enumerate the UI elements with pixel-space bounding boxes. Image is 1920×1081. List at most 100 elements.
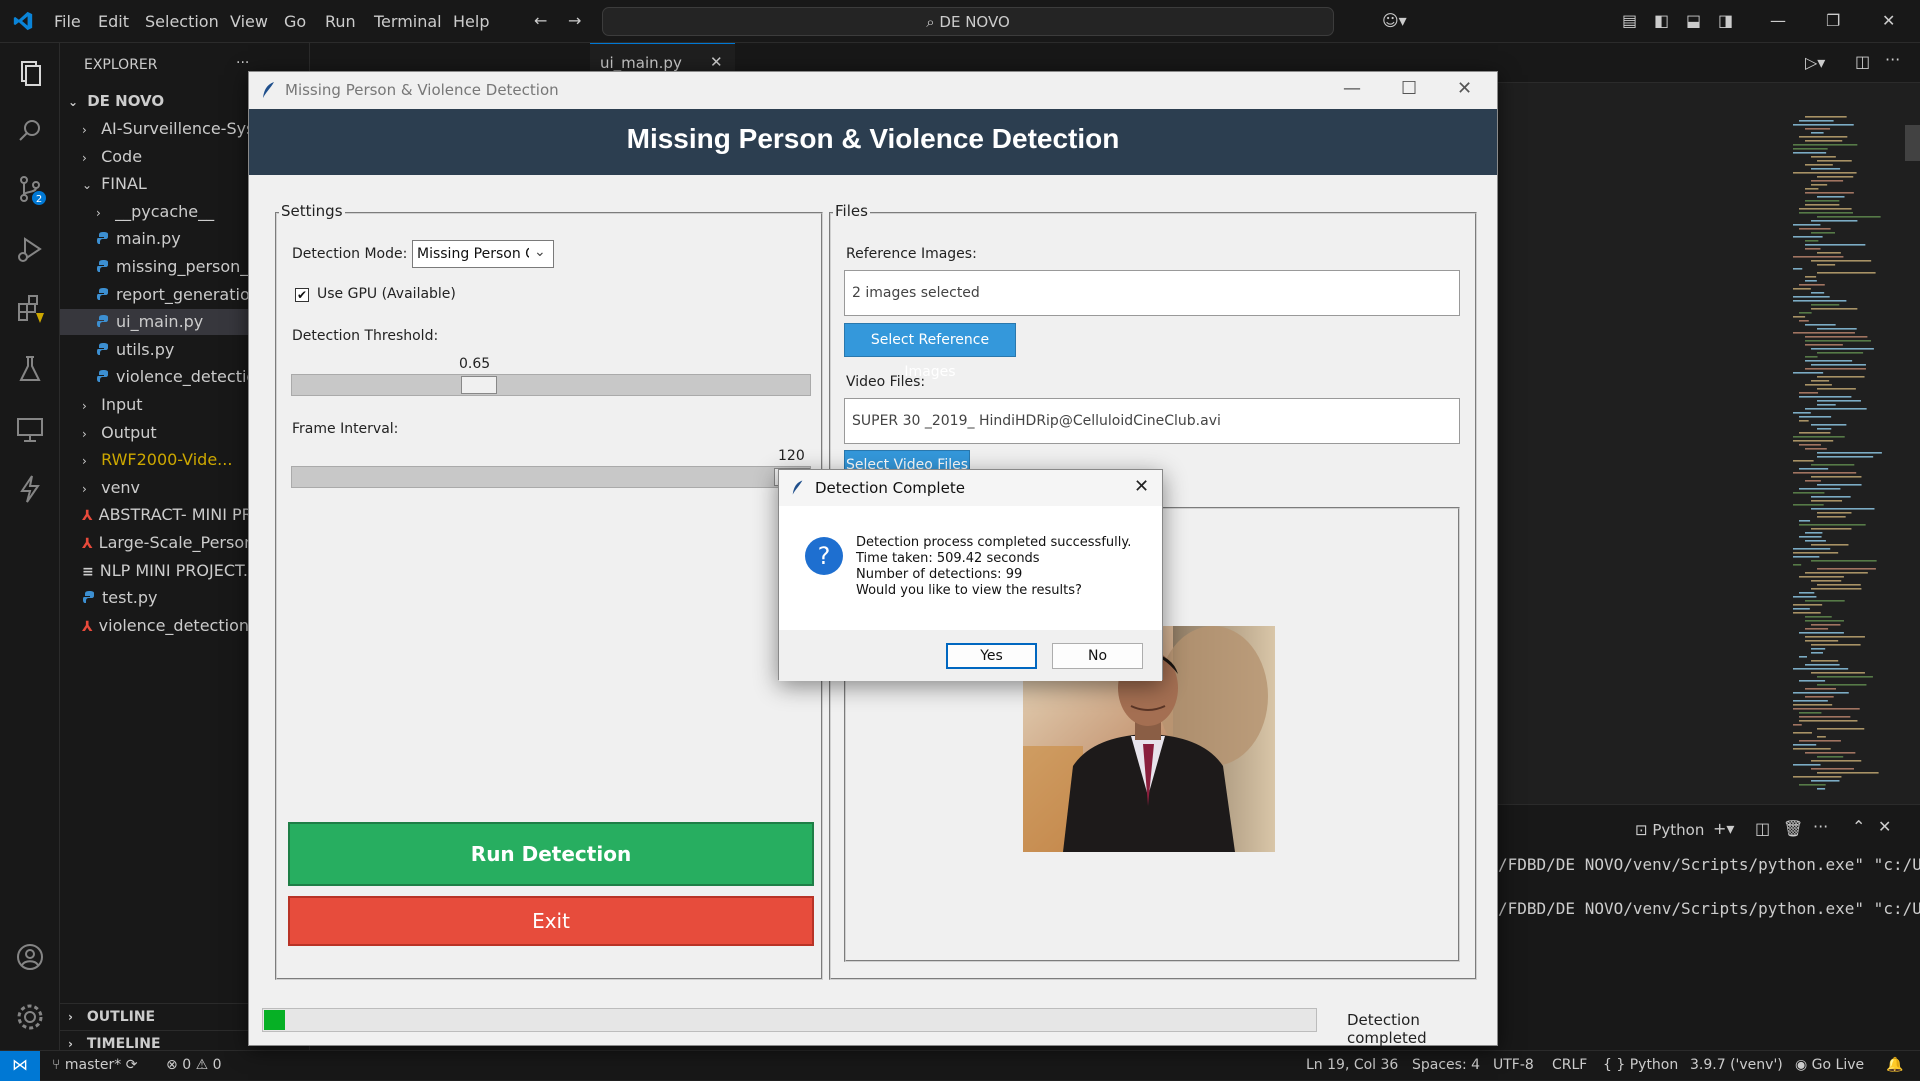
copilot-icon[interactable]: ☺▾ [1382,11,1407,30]
threshold-slider-thumb[interactable] [460,376,497,394]
notifications-icon[interactable]: 🔔 [1886,1057,1903,1073]
minimap[interactable] [1785,112,1900,802]
python-interpreter[interactable]: 3.9.7 ('venv') [1690,1057,1783,1073]
toggle-panel-icon[interactable]: ⬓ [1686,11,1701,30]
problems-indicator[interactable]: ⊗ 0 ⚠ 0 [166,1057,222,1073]
search-icon[interactable] [14,115,46,147]
app-minimize-icon[interactable]: — [1343,78,1361,99]
editor-more-icon[interactable]: ··· [1885,50,1900,69]
menu-selection[interactable]: Selection [145,12,219,31]
minimap-line [1811,260,1872,262]
testing-icon[interactable] [14,353,46,385]
go-live[interactable]: ◉ Go Live [1795,1057,1864,1073]
minimize-icon[interactable]: — [1770,11,1786,30]
minimap-line [1799,392,1819,394]
run-python-file-icon[interactable]: ▷▾ [1805,53,1825,72]
menu-help[interactable]: Help [453,12,489,31]
activity-bar: 2 [0,43,60,1050]
close-icon[interactable]: ✕ [1882,11,1895,30]
minimap-line [1817,676,1873,678]
detection-threshold-label: Detection Threshold: [292,328,439,344]
close-panel-icon[interactable]: ✕ [1878,817,1891,836]
nav-forward-icon[interactable]: → [568,11,581,30]
editor-scrollbar[interactable] [1905,125,1920,161]
dialog-close-icon[interactable]: ✕ [1134,476,1149,497]
close-tab-icon[interactable]: ✕ [710,53,723,71]
menu-go[interactable]: Go [284,12,306,31]
minimap-line [1811,508,1875,510]
minimap-line [1817,160,1852,162]
tree-item-label: main.py [116,229,181,249]
minimap-line [1793,492,1825,494]
split-terminal-icon[interactable]: ◫ [1755,819,1770,838]
minimap-line [1805,140,1843,142]
yes-button[interactable]: Yes [946,643,1037,669]
menu-file[interactable]: File [54,12,81,31]
app-header-title: Missing Person & Violence Detection [626,123,1120,154]
new-terminal-icon[interactable]: +▾ [1713,819,1734,838]
remote-indicator-icon[interactable]: ⋈ [0,1051,40,1081]
pdf-file-icon: ⅄ [82,508,93,525]
toggle-secondary-sidebar-icon[interactable]: ◨ [1718,11,1733,30]
minimap-line [1811,780,1840,782]
tree-item-label: NLP MINI PROJECT.p [99,560,259,580]
encoding[interactable]: UTF-8 [1493,1057,1534,1073]
minimap-line [1805,532,1823,534]
minimap-line [1805,116,1847,118]
minimap-line [1805,572,1868,574]
threshold-slider-track[interactable] [291,374,811,396]
use-gpu-checkbox[interactable]: ✔ [295,288,309,302]
tree-item-label: RWF2000-Vide... [101,450,233,470]
minimap-line [1793,124,1854,126]
menu-view[interactable]: View [230,12,268,31]
frame-interval-slider-track[interactable] [291,466,811,488]
minimap-line [1805,356,1818,358]
terminal-shell-label[interactable]: ⊡ Python [1635,821,1704,839]
reference-images-field[interactable]: 2 images selected [844,270,1460,316]
select-reference-images-button[interactable]: Select Reference Images [844,323,1016,380]
no-button[interactable]: No [1052,643,1143,669]
app-close-icon[interactable]: ✕ [1457,78,1472,99]
minimap-line [1817,728,1865,730]
chevron-right-icon: › [82,399,87,413]
exit-button[interactable]: Exit [288,896,814,946]
menu-run[interactable]: Run [325,12,356,31]
explorer-more-icon[interactable]: ··· [236,55,249,71]
flash-icon[interactable] [14,473,46,505]
menu-edit[interactable]: Edit [98,12,129,31]
run-detection-button[interactable]: Run Detection [288,822,814,886]
detection-mode-combobox[interactable]: Missing Person C ⌄ [412,240,554,268]
line-ending[interactable]: CRLF [1552,1057,1587,1073]
cursor-position[interactable]: Ln 19, Col 36 [1306,1057,1398,1073]
search-icon: ⌕ [926,13,935,31]
customize-layout-icon[interactable]: ▤ [1622,11,1637,30]
language-mode[interactable]: { } Python [1603,1057,1678,1073]
minimap-line [1793,704,1833,706]
maximize-panel-icon[interactable]: ⌃ [1852,817,1865,836]
split-editor-icon[interactable]: ◫ [1855,52,1870,71]
accounts-icon[interactable] [14,941,46,973]
minimap-line [1805,664,1840,666]
video-files-field[interactable]: SUPER 30 _2019_ HindiHDRip@CelluloidCine… [844,398,1460,444]
branch-indicator[interactable]: ⑂ master* ⟳ [52,1057,137,1073]
minimap-line [1805,192,1854,194]
settings-gear-icon[interactable] [14,1001,46,1033]
app-maximize-icon[interactable]: ☐ [1401,78,1417,99]
indentation[interactable]: Spaces: 4 [1412,1057,1480,1073]
kill-terminal-icon[interactable]: 🗑 [1783,819,1803,838]
source-control-icon[interactable]: 2 [14,173,46,205]
menu-terminal[interactable]: Terminal [374,12,442,31]
toggle-sidebar-icon[interactable]: ◧ [1654,11,1669,30]
extensions-icon[interactable] [14,293,46,325]
tree-item-label: Large-Scale_Person_ [98,533,263,552]
terminal-more-icon[interactable]: ··· [1813,817,1828,836]
command-center-search[interactable]: ⌕ DE NOVO [602,7,1334,36]
minimap-line [1793,692,1849,694]
run-debug-icon[interactable] [14,233,46,265]
nav-back-icon[interactable]: ← [534,11,547,30]
explorer-icon[interactable] [14,57,46,89]
minimap-line [1793,236,1823,238]
restore-icon[interactable]: ❐ [1826,11,1840,30]
minimap-line [1811,380,1830,382]
remote-explorer-icon[interactable] [14,413,46,445]
